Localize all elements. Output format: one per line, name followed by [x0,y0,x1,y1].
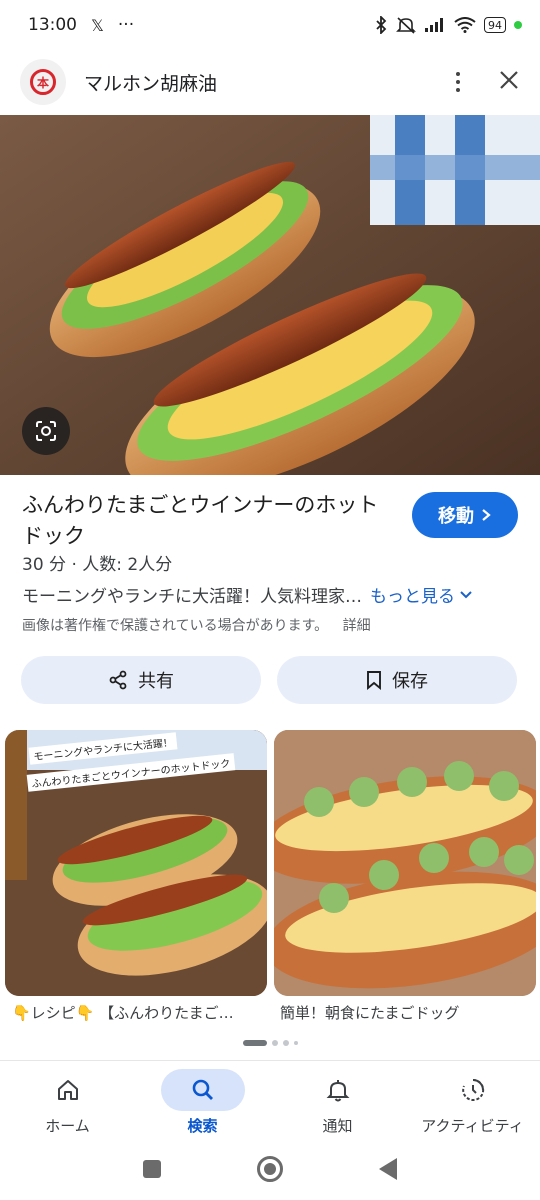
site-name[interactable]: マルホン胡麻油 [84,69,217,96]
nav-notifications-label: 通知 [322,1117,353,1135]
carousel-dot [282,1040,289,1046]
bottom-navigation: ホーム 検索 通知 アクティビティ [0,1060,540,1144]
bookmark-icon [367,671,381,690]
carousel-dot-active [242,1040,267,1046]
status-bar: 13:00 𝕏 ··· 94 [0,0,540,50]
nav-activity-label: アクティビティ [421,1117,524,1135]
nav-search[interactable]: 検索 [135,1061,270,1144]
search-icon [192,1079,213,1100]
home-button[interactable] [257,1156,283,1182]
carousel-dot [293,1041,298,1045]
share-button[interactable]: 共有 [21,656,261,704]
related-caption-2[interactable]: 簡単！朝食にたまごドッグ [280,1002,535,1023]
share-icon [109,670,127,690]
carousel-dot [271,1040,278,1046]
status-time: 13:00 [28,15,77,35]
recipe-title[interactable]: ふんわりたまごとウインナーのホットドック [22,490,392,552]
show-more-link[interactable]: もっと見る [370,582,473,607]
nav-activity[interactable]: アクティビティ [405,1061,540,1144]
nav-notifications[interactable]: 通知 [270,1061,405,1144]
mute-icon [396,16,416,34]
site-logo[interactable]: 本 [20,59,66,105]
lens-icon [36,421,56,441]
nav-home-label: ホーム [45,1117,90,1135]
related-image-2[interactable] [274,730,536,996]
show-more-label: もっと見る [370,587,455,607]
copyright-notice: 画像は著作権で保護されている場合があります。 詳細 [22,615,371,635]
site-logo-mark: 本 [30,69,56,95]
visit-label: 移動 [438,506,474,527]
chevron-right-icon [482,509,491,521]
more-options-icon[interactable] [452,68,464,96]
system-navigation [0,1146,540,1192]
save-label: 保存 [392,671,428,692]
related-photo-2 [274,730,536,996]
home-icon [57,1080,78,1100]
copyright-text: 画像は著作権で保護されている場合があります。 [22,618,329,634]
visit-button[interactable]: 移動 [412,492,518,538]
recent-apps-button[interactable] [143,1160,161,1178]
wifi-icon [454,17,476,33]
carousel-indicator [0,1040,540,1046]
status-overflow: ··· [117,15,135,35]
share-label: 共有 [138,671,174,692]
activity-icon [461,1078,484,1101]
chevron-down-icon [460,590,472,598]
related-caption-1[interactable]: 👇レシピ👇 【ふんわりたまご… [12,1002,267,1023]
nav-home[interactable]: ホーム [0,1061,135,1144]
back-button[interactable] [379,1158,397,1180]
related-images: モーニングやランチに大活躍！ ふんわりたまごとウインナーのホットドック [0,730,540,1000]
x-app-icon: 𝕏 [91,15,104,35]
result-header: 本 マルホン胡麻油 [0,54,540,110]
bluetooth-icon [374,16,388,34]
recipe-description: モーニングやランチに大活躍！人気料理家… [22,587,362,607]
recipe-meta: 30 分 · 人数: 2人分 [22,555,173,575]
privacy-dot [514,21,522,29]
hero-image[interactable] [0,115,540,475]
related-image-1[interactable]: モーニングやランチに大活躍！ ふんわりたまごとウインナーのホットドック [5,730,267,996]
battery-indicator: 94 [484,17,506,33]
details-link[interactable]: 詳細 [343,618,371,634]
nav-search-label: 検索 [187,1117,218,1135]
lens-search-button[interactable] [22,407,70,455]
signal-icon [424,17,446,33]
save-button[interactable]: 保存 [277,656,517,704]
close-icon[interactable] [498,69,520,95]
hotdog-photo [0,115,540,475]
bell-icon [326,1080,349,1102]
description-row: モーニングやランチに大活躍！人気料理家… もっと見る [22,582,522,607]
